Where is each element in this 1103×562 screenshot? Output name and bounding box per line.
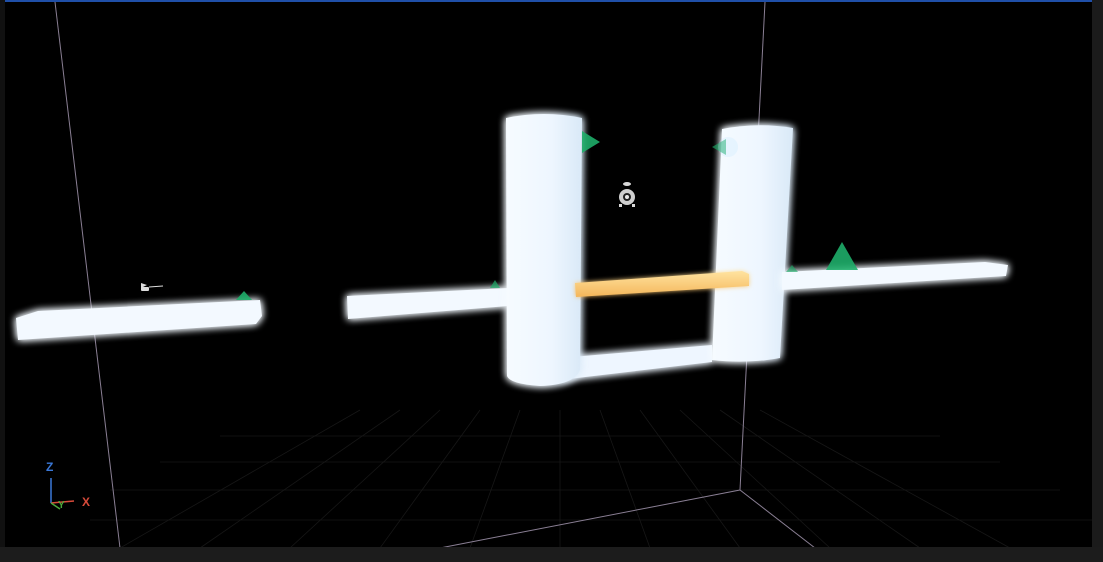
left-panel-edge [0, 0, 5, 562]
camera-icon[interactable] [619, 182, 635, 207]
viewport-focus-bar [0, 0, 1103, 2]
player-start-icon[interactable] [141, 283, 164, 291]
axis-label-z: Z [46, 460, 54, 474]
left-platform[interactable] [16, 300, 262, 340]
right-panel-edge[interactable] [1092, 0, 1103, 562]
bottom-connector[interactable] [560, 345, 712, 380]
right-beam[interactable] [782, 262, 1008, 290]
middle-left-beam[interactable] [347, 288, 508, 319]
right-pillar[interactable] [712, 125, 793, 362]
axis-label-y: Y [58, 500, 65, 511]
axis-label-x: X [82, 495, 91, 509]
level-scene[interactable] [0, 0, 1103, 562]
bottom-panel-edge [0, 547, 1103, 562]
floor-grid [90, 409, 1092, 549]
marker-glow [718, 137, 738, 157]
3d-viewport[interactable]: Z Y X [0, 0, 1103, 562]
left-pillar[interactable] [506, 114, 582, 386]
